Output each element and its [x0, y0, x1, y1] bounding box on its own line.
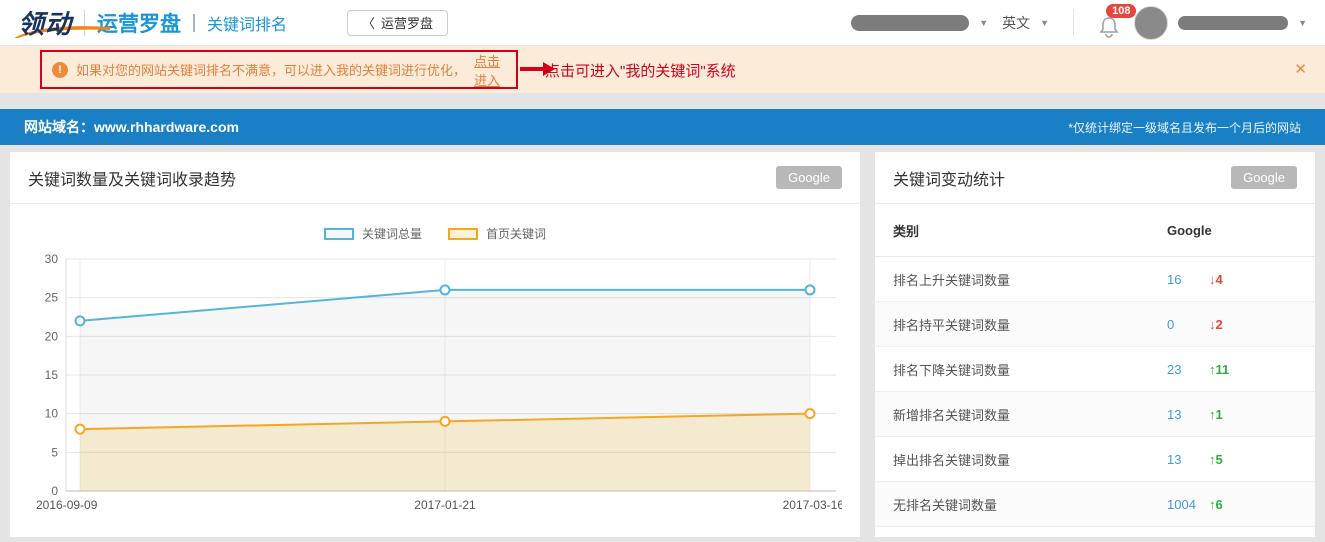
stat-row-value[interactable]: 13 [1167, 452, 1181, 467]
stats-table-body: 排名上升关键词数量 16 ↓4 排名持平关键词数量 0 ↓2 排名下降关键词数量 23 ↑11 新… [875, 257, 1315, 527]
brand-logo[interactable]: 领动 [18, 4, 72, 41]
stat-row-value[interactable]: 0 [1167, 317, 1174, 332]
warning-icon: ! [52, 62, 68, 78]
notification-count-badge: 108 [1106, 4, 1136, 18]
annotation-text: 点击可进入"我的关键词"系统 [545, 60, 736, 81]
table-row: 排名上升关键词数量 16 ↓4 [875, 257, 1315, 302]
back-to-compass-button[interactable]: 〈 运营罗盘 [347, 10, 448, 36]
domain-bar: 网站域名： www.rhhardware.com *仅统计绑定一级域名且发布一个… [0, 109, 1325, 145]
annotation-highlight-box: ! 如果对您的网站关键词排名不满意，可以进入我的关键词进行优化， 点击进入 [40, 50, 518, 89]
table-row: 排名下降关键词数量 23 ↑11 [875, 347, 1315, 392]
domain-note: *仅统计绑定一级域名且发布一个月后的网站 [1068, 119, 1301, 136]
notice-bar: ! 如果对您的网站关键词排名不满意，可以进入我的关键词进行优化， 点击进入 点击… [0, 46, 1325, 93]
redacted-username[interactable] [1178, 16, 1288, 30]
back-button-label: 运营罗盘 [381, 13, 433, 32]
svg-text:10: 10 [45, 407, 59, 421]
legend-label: 首页关键词 [486, 225, 546, 242]
table-row: 无排名关键词数量 1004 ↑6 [875, 482, 1315, 527]
legend-item[interactable]: 关键词总量 [324, 226, 422, 241]
notice-message: 如果对您的网站关键词排名不满意，可以进入我的关键词进行优化， [76, 60, 466, 79]
header-divider [1073, 9, 1074, 37]
stat-row-value[interactable]: 13 [1167, 407, 1181, 422]
stats-panel-title: 关键词变动统计 [893, 166, 1005, 190]
legend-swatch-icon [324, 228, 354, 240]
notice-enter-link[interactable]: 点击进入 [474, 51, 506, 89]
stat-row-label: 新增排名关键词数量 [893, 405, 1010, 424]
stat-row-label: 排名上升关键词数量 [893, 270, 1010, 289]
arrow-up-change: ↑5 [1209, 452, 1223, 467]
arrow-up-change: ↑6 [1209, 497, 1223, 512]
google-column-header: Google [1167, 223, 1212, 238]
user-avatar[interactable] [1134, 6, 1168, 40]
svg-text:2017-03-16: 2017-03-16 [783, 498, 842, 512]
table-row: 排名持平关键词数量 0 ↓2 [875, 302, 1315, 347]
stat-row-value[interactable]: 23 [1167, 362, 1181, 377]
category-column-header: 类别 [893, 221, 919, 240]
main-area: 网站域名： www.rhhardware.com *仅统计绑定一级域名且发布一个… [0, 93, 1325, 537]
stat-row-label: 无排名关键词数量 [893, 495, 997, 514]
stat-row-label: 排名持平关键词数量 [893, 315, 1010, 334]
table-row: 掉出排名关键词数量 13 ↑5 [875, 437, 1315, 482]
stat-row-value[interactable]: 16 [1167, 272, 1181, 287]
arrow-down-change: ↓2 [1209, 317, 1223, 332]
svg-text:5: 5 [51, 445, 58, 459]
notification-bell[interactable]: 108 [1098, 8, 1124, 38]
table-row: 新增排名关键词数量 13 ↑1 [875, 392, 1315, 437]
svg-text:20: 20 [45, 329, 59, 343]
title-separator [193, 14, 195, 32]
keyword-trend-panel: 关键词数量及关键词收录趋势 Google 关键词总量 首页关键词 0 5 10 15 20… [10, 152, 860, 537]
arrow-up-change: ↑11 [1209, 362, 1229, 377]
keyword-change-panel: 关键词变动统计 Google 类别 Google 排名上升关键词数量16↓4排名… [875, 152, 1315, 537]
domain-label: 网站域名： [24, 117, 94, 137]
trend-chart: 0 5 10 15 20 25 30 2016-09-09 2017-01-21 2017-03-… [28, 247, 842, 513]
arrow-down-change: ↓4 [1209, 272, 1223, 287]
chevron-down-icon: ▼ [1298, 18, 1307, 28]
arrow-up-change: ↑1 [1209, 407, 1223, 422]
svg-text:30: 30 [45, 252, 59, 266]
svg-text:25: 25 [45, 291, 59, 305]
domain-value: www.rhhardware.com [94, 119, 239, 135]
stats-google-button[interactable]: Google [1231, 166, 1297, 189]
trend-google-button[interactable]: Google [776, 166, 842, 189]
svg-text:2017-01-21: 2017-01-21 [414, 498, 476, 512]
legend-item[interactable]: 首页关键词 [448, 226, 546, 241]
logo-text: 领动 [18, 4, 72, 41]
page-title: 关键词排名 [207, 11, 287, 35]
redacted-account-selector[interactable] [851, 15, 969, 31]
chevron-down-icon: ▼ [1040, 18, 1049, 28]
close-icon[interactable]: ✕ [1294, 60, 1307, 78]
language-selector[interactable]: 英文 [1002, 13, 1030, 33]
stat-row-label: 掉出排名关键词数量 [893, 450, 1010, 469]
bell-icon [1098, 16, 1120, 40]
chart-legend: 关键词总量 首页关键词 [10, 226, 860, 241]
svg-text:0: 0 [51, 484, 58, 498]
chevron-left-icon: 〈 [362, 13, 375, 32]
top-header: 领动 运营罗盘 关键词排名 〈 运营罗盘 ▼ 英文 ▼ 108 ▼ [0, 0, 1325, 46]
legend-swatch-icon [448, 228, 478, 240]
legend-label: 关键词总量 [362, 225, 422, 242]
chevron-down-icon: ▼ [979, 18, 988, 28]
stats-table-header: 类别 Google [875, 204, 1315, 257]
svg-text:15: 15 [45, 368, 59, 382]
stat-row-label: 排名下降关键词数量 [893, 360, 1010, 379]
stat-row-value[interactable]: 1004 [1167, 497, 1196, 512]
svg-text:2016-09-09: 2016-09-09 [36, 498, 98, 512]
trend-panel-title: 关键词数量及关键词收录趋势 [28, 166, 236, 190]
annotation-arrow-icon [520, 67, 544, 71]
